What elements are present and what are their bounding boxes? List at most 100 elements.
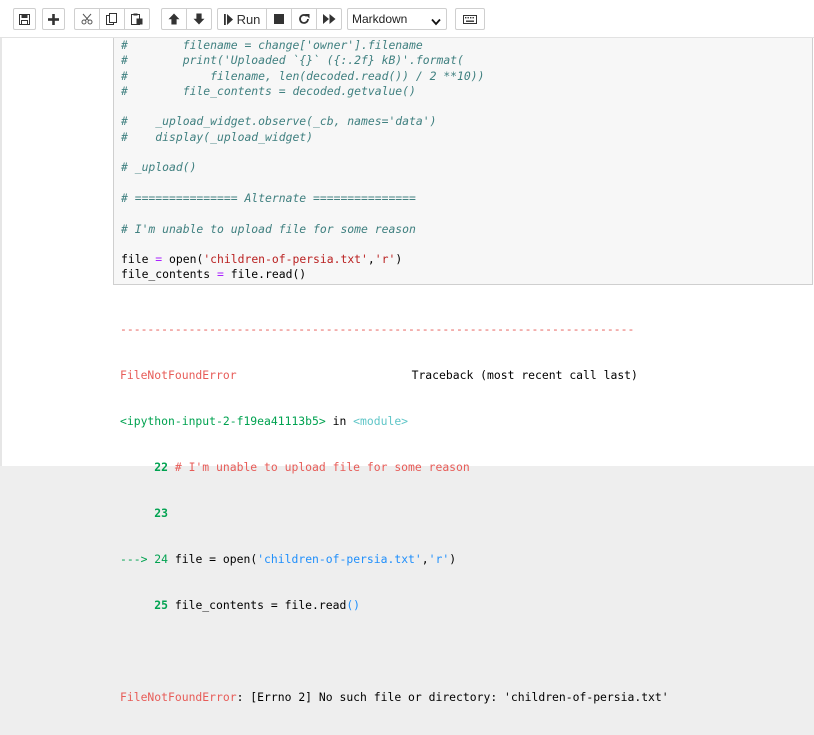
- command-palette-button[interactable]: [455, 8, 485, 30]
- move-up-button[interactable]: [161, 8, 187, 30]
- stop-icon: [274, 14, 284, 24]
- add-cell-icon: [48, 13, 59, 25]
- in-text: in: [325, 414, 354, 429]
- line-24-str2: 'r': [428, 551, 450, 566]
- run-icon: [223, 13, 233, 25]
- error-name: FileNotFoundError: [120, 368, 237, 383]
- code-line: # file_contents = decoded.getvalue(): [121, 84, 484, 99]
- move-down-button[interactable]: [186, 8, 212, 30]
- code-line: # I'm unable to upload file for some rea…: [121, 222, 484, 237]
- code-line: # =============== Alternate ============…: [121, 191, 484, 206]
- notebook-page: # filename = change['owner'].filename # p…: [0, 38, 814, 704]
- move-group: [161, 8, 212, 30]
- traceback-line-22: 22 # I'm unable to upload file for some …: [120, 460, 669, 475]
- code-token: 'r': [374, 252, 396, 267]
- interrupt-button[interactable]: [266, 8, 292, 30]
- run-label: Run: [236, 11, 261, 27]
- line-number-22: 22: [154, 460, 169, 475]
- code-token: 'children-of-persia.txt': [203, 252, 368, 267]
- code-cell-input[interactable]: # filename = change['owner'].filename # p…: [113, 38, 813, 285]
- notebook-toolbar: Run Markdown: [0, 0, 814, 38]
- cell-type-select[interactable]: Markdown: [347, 8, 447, 30]
- code-line: # _upload(): [121, 160, 484, 175]
- traceback-dashes: ----------------------------------------…: [120, 322, 635, 337]
- final-error-message: : [Errno 2] No such file or directory: '…: [236, 689, 669, 704]
- move-down-icon: [193, 13, 205, 25]
- code-comment: # display(_upload_widget): [121, 129, 314, 144]
- traceback-line-24: ---> 24 file = open('children-of-persia.…: [120, 552, 669, 567]
- code-comment: # =============== Alternate ============…: [121, 190, 416, 205]
- code-token: ,: [367, 252, 375, 267]
- line-24-comma: ,: [421, 551, 429, 566]
- code-line: file = open('children-of-persia.txt','r'…: [121, 252, 484, 267]
- run-button[interactable]: Run: [217, 8, 267, 30]
- code-token: file.read(): [223, 267, 307, 282]
- copy-icon: [106, 13, 118, 25]
- code-comment: # filename = change['owner'].filename: [121, 38, 423, 52]
- code-line: # filename, len(decoded.read()) / 2 **10…: [121, 69, 484, 84]
- final-error-name: FileNotFoundError: [120, 689, 237, 704]
- line-24-close: ): [449, 551, 457, 566]
- move-up-icon: [168, 13, 180, 25]
- line-24-eq: =: [209, 551, 217, 566]
- line-25-eq: =: [270, 597, 278, 612]
- restart-icon: [298, 13, 310, 25]
- save-button[interactable]: [13, 8, 36, 30]
- arrow: --->: [120, 551, 148, 566]
- copy-button[interactable]: [99, 8, 125, 30]
- restart-run-all-button[interactable]: [316, 8, 342, 30]
- traceback-location: <ipython-input-2-f19ea41113b5> in <modul…: [120, 414, 669, 429]
- paste-icon: [131, 13, 143, 25]
- traceback-header: FileNotFoundError Traceback (most recent …: [120, 368, 669, 383]
- save-icon: [19, 13, 30, 25]
- line-number-24: 24: [154, 551, 169, 566]
- restart-button[interactable]: [291, 8, 317, 30]
- code-token: file: [121, 252, 156, 267]
- code-line: # filename = change['owner'].filename: [121, 38, 484, 53]
- run-group: Run: [217, 8, 342, 30]
- code-comment: # _upload(): [121, 160, 197, 175]
- input-ref: <ipython-input-2-f19ea41113b5>: [120, 414, 326, 429]
- cut-button[interactable]: [74, 8, 100, 30]
- code-comment: # print('Uploaded `{}` ({:.2f} kB)'.form…: [121, 53, 464, 68]
- code-comment: # filename, len(decoded.read()) / 2 **10…: [121, 68, 485, 83]
- traceback-blank: [120, 644, 669, 659]
- line-number-25: 25: [154, 597, 169, 612]
- module-text: <module>: [353, 414, 409, 429]
- command-palette-group: [455, 8, 485, 30]
- cut-icon: [81, 13, 93, 25]
- code-line: # print('Uploaded `{}` ({:.2f} kB)'.form…: [121, 53, 484, 68]
- paste-button[interactable]: [124, 8, 150, 30]
- insert-cell-button[interactable]: [42, 8, 65, 30]
- keyboard-icon: [463, 14, 477, 24]
- code-token: =: [217, 267, 224, 282]
- line-22-text: # I'm unable to upload file for some rea…: [174, 460, 470, 475]
- code-comment: # _upload_widget.observe(_cb, names='dat…: [121, 114, 437, 129]
- insert-group: [42, 8, 65, 30]
- code-line: # display(_upload_widget): [121, 130, 484, 145]
- code-comment: # I'm unable to upload file for some rea…: [121, 221, 416, 236]
- code-line: file_contents = file.read(): [121, 267, 484, 282]
- traceback-line-23: 23: [120, 506, 669, 521]
- code-line: # _upload_widget.observe(_cb, names='dat…: [121, 114, 484, 129]
- line-25-parens: (): [346, 597, 361, 612]
- traceback-label: Traceback (most recent call last): [411, 368, 638, 383]
- line-25-post: file.read: [277, 597, 347, 612]
- code-token: open(: [162, 252, 204, 267]
- traceback-line-25: 25 file_contents = file.read(): [120, 598, 669, 613]
- code-token: file_contents: [121, 267, 218, 282]
- fast-forward-icon: [322, 14, 336, 24]
- page-left-edge: [0, 38, 2, 466]
- save-group: [13, 8, 36, 30]
- code-comment: # file_contents = decoded.getvalue(): [121, 83, 416, 98]
- traceback-final-error: FileNotFoundError: [Errno 2] No such fil…: [120, 690, 669, 705]
- code-token: ): [395, 252, 403, 267]
- edit-group: [74, 8, 150, 30]
- line-25-pre: file_contents: [174, 597, 271, 612]
- code-editor[interactable]: # filename = change['owner'].filename # p…: [121, 38, 484, 283]
- cell-output-traceback: ----------------------------------------…: [120, 292, 669, 735]
